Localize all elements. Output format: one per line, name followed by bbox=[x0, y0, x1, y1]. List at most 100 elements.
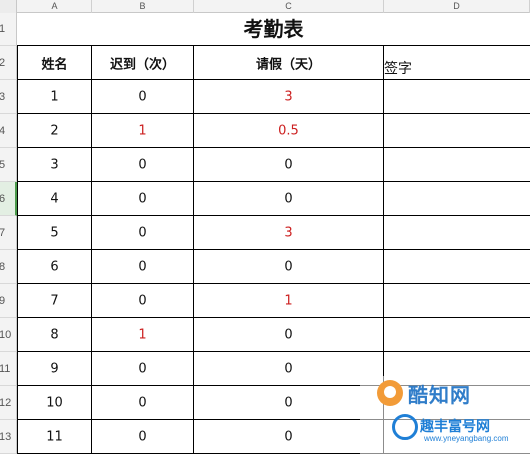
cell-sign[interactable] bbox=[384, 318, 530, 352]
cell-leave[interactable]: 3 bbox=[194, 216, 384, 250]
cell-leave-value: 3 bbox=[284, 225, 293, 240]
sheet-title[interactable]: 考勤表 bbox=[17, 13, 530, 46]
cell-name[interactable]: 11 bbox=[18, 420, 92, 454]
cell-late-value: 0 bbox=[138, 293, 147, 308]
cell-name-value: 11 bbox=[46, 429, 63, 444]
row-header-9[interactable]: 9 bbox=[0, 284, 17, 318]
cell-sign[interactable] bbox=[384, 352, 530, 386]
row-header-12[interactable]: 12 bbox=[0, 386, 17, 420]
cell-late-value: 0 bbox=[138, 157, 147, 172]
row-header-13[interactable]: 13 bbox=[0, 420, 17, 454]
cell-late-value: 0 bbox=[138, 361, 147, 376]
column-header-a[interactable]: A bbox=[18, 0, 92, 13]
row-header-11[interactable]: 11 bbox=[0, 352, 17, 386]
row-header-10[interactable]: 10 bbox=[0, 318, 17, 352]
cell-leave-value: 0 bbox=[284, 157, 293, 172]
cell-name[interactable]: 3 bbox=[18, 148, 92, 182]
cell-late-value: 1 bbox=[138, 327, 147, 342]
cell-sign[interactable] bbox=[384, 386, 530, 420]
cell-late[interactable]: 0 bbox=[92, 386, 194, 420]
cell-name[interactable]: 6 bbox=[18, 250, 92, 284]
cell-late[interactable]: 1 bbox=[92, 318, 194, 352]
cell-name[interactable]: 10 bbox=[18, 386, 92, 420]
cell-leave[interactable]: 0 bbox=[194, 386, 384, 420]
cell-leave-value: 0.5 bbox=[278, 123, 299, 138]
cell-name[interactable]: 5 bbox=[18, 216, 92, 250]
cell-late[interactable]: 0 bbox=[92, 284, 194, 318]
cell-name[interactable]: 8 bbox=[18, 318, 92, 352]
header-late-cell[interactable]: 迟到（次） bbox=[92, 46, 194, 80]
cell-name-value: 8 bbox=[50, 327, 59, 342]
select-all-corner[interactable] bbox=[0, 0, 17, 13]
header-name-cell[interactable]: 姓名 bbox=[18, 46, 92, 80]
cell-name[interactable]: 7 bbox=[18, 284, 92, 318]
row-header-7[interactable]: 7 bbox=[0, 216, 17, 250]
cell-name[interactable]: 9 bbox=[18, 352, 92, 386]
cell-name[interactable]: 2 bbox=[18, 114, 92, 148]
cell-name[interactable]: 1 bbox=[18, 80, 92, 114]
cell-name-value: 4 bbox=[50, 191, 59, 206]
cell-late-value: 0 bbox=[138, 89, 147, 104]
cell-leave[interactable]: 1 bbox=[194, 284, 384, 318]
cell-leave-value: 0 bbox=[284, 395, 293, 410]
cell-name-value: 2 bbox=[50, 123, 59, 138]
cell-sign[interactable] bbox=[384, 114, 530, 148]
cell-sign[interactable] bbox=[384, 420, 530, 454]
cell-leave[interactable]: 0 bbox=[194, 148, 384, 182]
cell-name-value: 5 bbox=[50, 225, 59, 240]
cell-late[interactable]: 0 bbox=[92, 182, 194, 216]
header-leave-cell[interactable]: 请假（天） bbox=[194, 46, 384, 80]
cell-late-value: 0 bbox=[138, 191, 147, 206]
cell-leave-value: 0 bbox=[284, 361, 293, 376]
cell-late-value: 1 bbox=[138, 123, 147, 138]
cell-late[interactable]: 0 bbox=[92, 250, 194, 284]
row-header-2[interactable]: 2 bbox=[0, 46, 17, 80]
cell-leave[interactable]: 3 bbox=[194, 80, 384, 114]
cell-late-value: 0 bbox=[138, 225, 147, 240]
cell-leave[interactable]: 0 bbox=[194, 352, 384, 386]
cell-leave-value: 0 bbox=[284, 259, 293, 274]
cell-leave-value: 3 bbox=[284, 89, 293, 104]
row-header-8[interactable]: 8 bbox=[0, 250, 17, 284]
cell-late-value: 0 bbox=[138, 395, 147, 410]
cell-late-value: 0 bbox=[138, 429, 147, 444]
cell-leave-value: 1 bbox=[284, 293, 293, 308]
row-header-1[interactable]: 1 bbox=[0, 13, 17, 46]
cell-name-value: 1 bbox=[50, 89, 59, 104]
header-sign-cell[interactable]: 签字 bbox=[384, 46, 530, 80]
cell-name-value: 3 bbox=[50, 157, 59, 172]
row-header-6[interactable]: 6 bbox=[0, 182, 17, 216]
cell-name-value: 9 bbox=[50, 361, 59, 376]
cell-leave[interactable]: 0.5 bbox=[194, 114, 384, 148]
cell-sign[interactable] bbox=[384, 80, 530, 114]
column-header-d[interactable]: D bbox=[384, 0, 530, 13]
cell-leave-value: 0 bbox=[284, 327, 293, 342]
cell-leave[interactable]: 0 bbox=[194, 182, 384, 216]
cell-leave-value: 0 bbox=[284, 429, 293, 444]
cell-late-value: 0 bbox=[138, 259, 147, 274]
cell-name-value: 10 bbox=[46, 395, 63, 410]
cell-leave[interactable]: 0 bbox=[194, 420, 384, 454]
cell-sign[interactable] bbox=[384, 250, 530, 284]
cell-late[interactable]: 0 bbox=[92, 148, 194, 182]
cell-name-value: 6 bbox=[50, 259, 59, 274]
cell-name-value: 7 bbox=[50, 293, 59, 308]
cell-late[interactable]: 1 bbox=[92, 114, 194, 148]
cell-sign[interactable] bbox=[384, 148, 530, 182]
row-header-5[interactable]: 5 bbox=[0, 148, 17, 182]
cell-late[interactable]: 0 bbox=[92, 352, 194, 386]
row-header-3[interactable]: 3 bbox=[0, 80, 17, 114]
column-header-c[interactable]: C bbox=[194, 0, 384, 13]
cell-late[interactable]: 0 bbox=[92, 80, 194, 114]
cell-sign[interactable] bbox=[384, 216, 530, 250]
row-header-4[interactable]: 4 bbox=[0, 114, 17, 148]
cell-leave[interactable]: 0 bbox=[194, 250, 384, 284]
cell-leave[interactable]: 0 bbox=[194, 318, 384, 352]
cell-sign[interactable] bbox=[384, 182, 530, 216]
cell-name[interactable]: 4 bbox=[18, 182, 92, 216]
cell-leave-value: 0 bbox=[284, 191, 293, 206]
cell-sign[interactable] bbox=[384, 284, 530, 318]
cell-late[interactable]: 0 bbox=[92, 216, 194, 250]
column-header-b[interactable]: B bbox=[92, 0, 194, 13]
cell-late[interactable]: 0 bbox=[92, 420, 194, 454]
